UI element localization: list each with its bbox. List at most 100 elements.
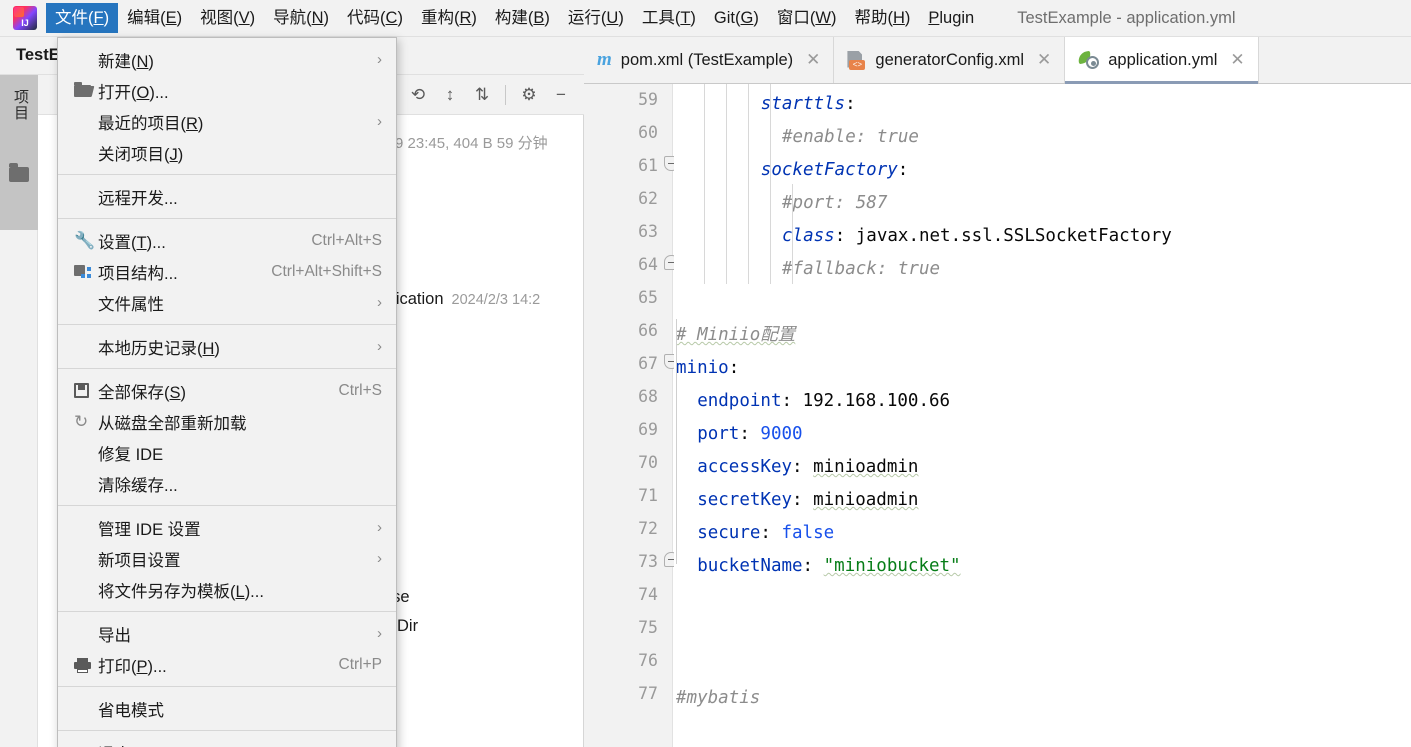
menu-item-27[interactable]: 退出(X) (58, 737, 396, 747)
code-token: 9000 (760, 424, 803, 444)
save-icon (74, 383, 98, 398)
expand-all-icon[interactable]: ↕ (436, 81, 464, 109)
menubar-item-0[interactable]: 文件(F) (46, 3, 119, 33)
line-number: 64 (638, 255, 658, 274)
code-token: #enable: true (782, 127, 919, 147)
menu-item-7[interactable]: 🔧 设置(T)... Ctrl+Alt+S (58, 225, 396, 256)
code-token: accessKey (697, 457, 793, 477)
indent-guide (704, 84, 705, 284)
menu-item-label: 全部保存(S) (98, 383, 187, 402)
menu-item-0[interactable]: 新建(N) › (58, 44, 396, 75)
tab-label: application.yml (1108, 50, 1218, 69)
code-token: : (845, 94, 856, 114)
menu-item-label: 新建(N) (98, 52, 154, 71)
menubar-item-9[interactable]: Git(G) (705, 3, 768, 33)
menu-item-8[interactable]: 项目结构... Ctrl+Alt+Shift+S (58, 256, 396, 287)
menu-item-2[interactable]: 最近的项目(R) › (58, 106, 396, 137)
menu-item-13[interactable]: 全部保存(S) Ctrl+S (58, 375, 396, 406)
code-line: # Miniio配置 (676, 319, 795, 352)
line-number: 63 (638, 222, 658, 241)
menubar-item-5[interactable]: 重构(R) (412, 3, 486, 33)
sidebar-item-project-label: 项目 (12, 89, 29, 121)
code-token: : (792, 490, 814, 510)
ide-window: TestE og4j2.xml 项目 〈 ⟲ ↕ ⇅ ⚙ − /1/2 (0, 0, 1411, 747)
code-token: minio (676, 358, 729, 378)
code-editor[interactable]: starttls: #enable: true socketFactory: #por… (674, 84, 1411, 747)
code-token: : (802, 556, 824, 576)
menu-item-20[interactable]: 将文件另存为模板(L)... (58, 574, 396, 605)
code-token: endpoint (697, 391, 782, 411)
menu-item-label: 导出 (98, 626, 131, 645)
tab-label: pom.xml (TestExample) (620, 50, 794, 69)
menubar-item-8[interactable]: 工具(T) (633, 3, 705, 33)
code-token: 192.168.100.66 (802, 391, 951, 411)
tab-application-yml[interactable]: application.yml ✕ (1065, 37, 1259, 84)
line-number: 65 (638, 288, 658, 307)
menubar-item-4[interactable]: 代码(C) (338, 3, 412, 33)
menubar-item-11[interactable]: 帮助(H) (845, 3, 919, 33)
code-line: secure: false (697, 517, 834, 550)
line-number: 73 (638, 552, 658, 571)
tab-generator-config-xml[interactable]: <> generatorConfig.xml ✕ (834, 37, 1066, 83)
code-token: minioadmin (813, 490, 919, 510)
menu-item-label: 打开(O)... (98, 83, 169, 102)
reload-icon: ↻ (74, 411, 89, 431)
menu-item-19[interactable]: 新项目设置 › (58, 543, 396, 574)
menu-separator (58, 730, 396, 731)
close-icon[interactable]: ✕ (1037, 50, 1051, 70)
menu-item-label: 远程开发... (98, 189, 178, 208)
window-title: TestExample - application.yml (1017, 8, 1236, 27)
code-line: class: javax.net.ssl.SSLSocketFactory (782, 220, 1172, 253)
list-item-label: Dir (397, 617, 419, 635)
tab-pom-xml[interactable]: m pom.xml (TestExample) ✕ (584, 37, 835, 83)
collapse-all-icon[interactable]: ⇅ (468, 81, 496, 109)
menu-separator (58, 218, 396, 219)
menu-item-22[interactable]: 导出 › (58, 618, 396, 649)
wrench-icon: 🔧 (74, 230, 96, 250)
menu-item-1[interactable]: 打开(O)... (58, 75, 396, 106)
menu-item-11[interactable]: 本地历史记录(H) › (58, 331, 396, 362)
close-icon[interactable]: ✕ (806, 50, 820, 70)
menubar-item-2[interactable]: 视图(V) (191, 3, 264, 33)
list-item-date: 2024/2/3 14:2 (451, 291, 541, 308)
code-token: : (834, 226, 856, 246)
menu-item-16[interactable]: 清除缓存... (58, 468, 396, 499)
menubar-item-12[interactable]: Plugin (919, 3, 983, 33)
menubar-item-6[interactable]: 构建(B) (486, 3, 559, 33)
close-icon[interactable]: ✕ (1230, 50, 1244, 70)
file-menu-popup[interactable]: 新建(N) › 打开(O)... 最近的项目(R) › 关闭项目(J) 远程开发... 🔧 设置… (57, 37, 397, 747)
select-opened-file-icon[interactable]: ⟲ (404, 81, 432, 109)
menu-item-14[interactable]: ↻ 从磁盘全部重新加载 (58, 406, 396, 437)
menu-item-23[interactable]: 打印(P)... Ctrl+P (58, 649, 396, 680)
code-line: starttls: (761, 88, 856, 121)
code-line: #mybatis (676, 682, 760, 715)
line-number: 67 (638, 354, 658, 373)
code-token: port (697, 424, 740, 444)
menu-item-5[interactable]: 远程开发... (58, 181, 396, 212)
menu-item-shortcut: Ctrl+Alt+S (311, 231, 382, 249)
code-token: socketFactory (760, 160, 898, 180)
menubar-item-1[interactable]: 编辑(E) (118, 3, 191, 33)
settings-gear-icon[interactable]: ⚙ (515, 81, 543, 109)
menubar-item-10[interactable]: 窗口(W) (768, 3, 846, 33)
menu-item-label: 清除缓存... (98, 476, 178, 495)
list-item[interactable]: plication 2024/2/3 14:2 (383, 290, 540, 309)
menubar-item-7[interactable]: 运行(U) (559, 3, 633, 33)
code-token: bucketName (697, 556, 803, 576)
sidebar-item-project[interactable]: 项目 (0, 75, 38, 230)
line-number: 76 (638, 651, 658, 670)
hide-icon[interactable]: − (547, 81, 575, 109)
code-token: : (781, 391, 803, 411)
indent-guide (748, 84, 749, 284)
menu-item-shortcut: Ctrl+S (338, 381, 383, 399)
menubar-item-3[interactable]: 导航(N) (264, 3, 338, 33)
indent-guide (770, 84, 771, 284)
menu-item-15[interactable]: 修复 IDE (58, 437, 396, 468)
menu-item-3[interactable]: 关闭项目(J) (58, 137, 396, 168)
menu-item-25[interactable]: 省电模式 (58, 693, 396, 724)
line-number: 68 (638, 387, 658, 406)
project-title: TestE (16, 46, 60, 64)
menu-item-18[interactable]: 管理 IDE 设置 › (58, 512, 396, 543)
line-number: 77 (638, 684, 658, 703)
menu-item-9[interactable]: 文件属性 › (58, 287, 396, 318)
